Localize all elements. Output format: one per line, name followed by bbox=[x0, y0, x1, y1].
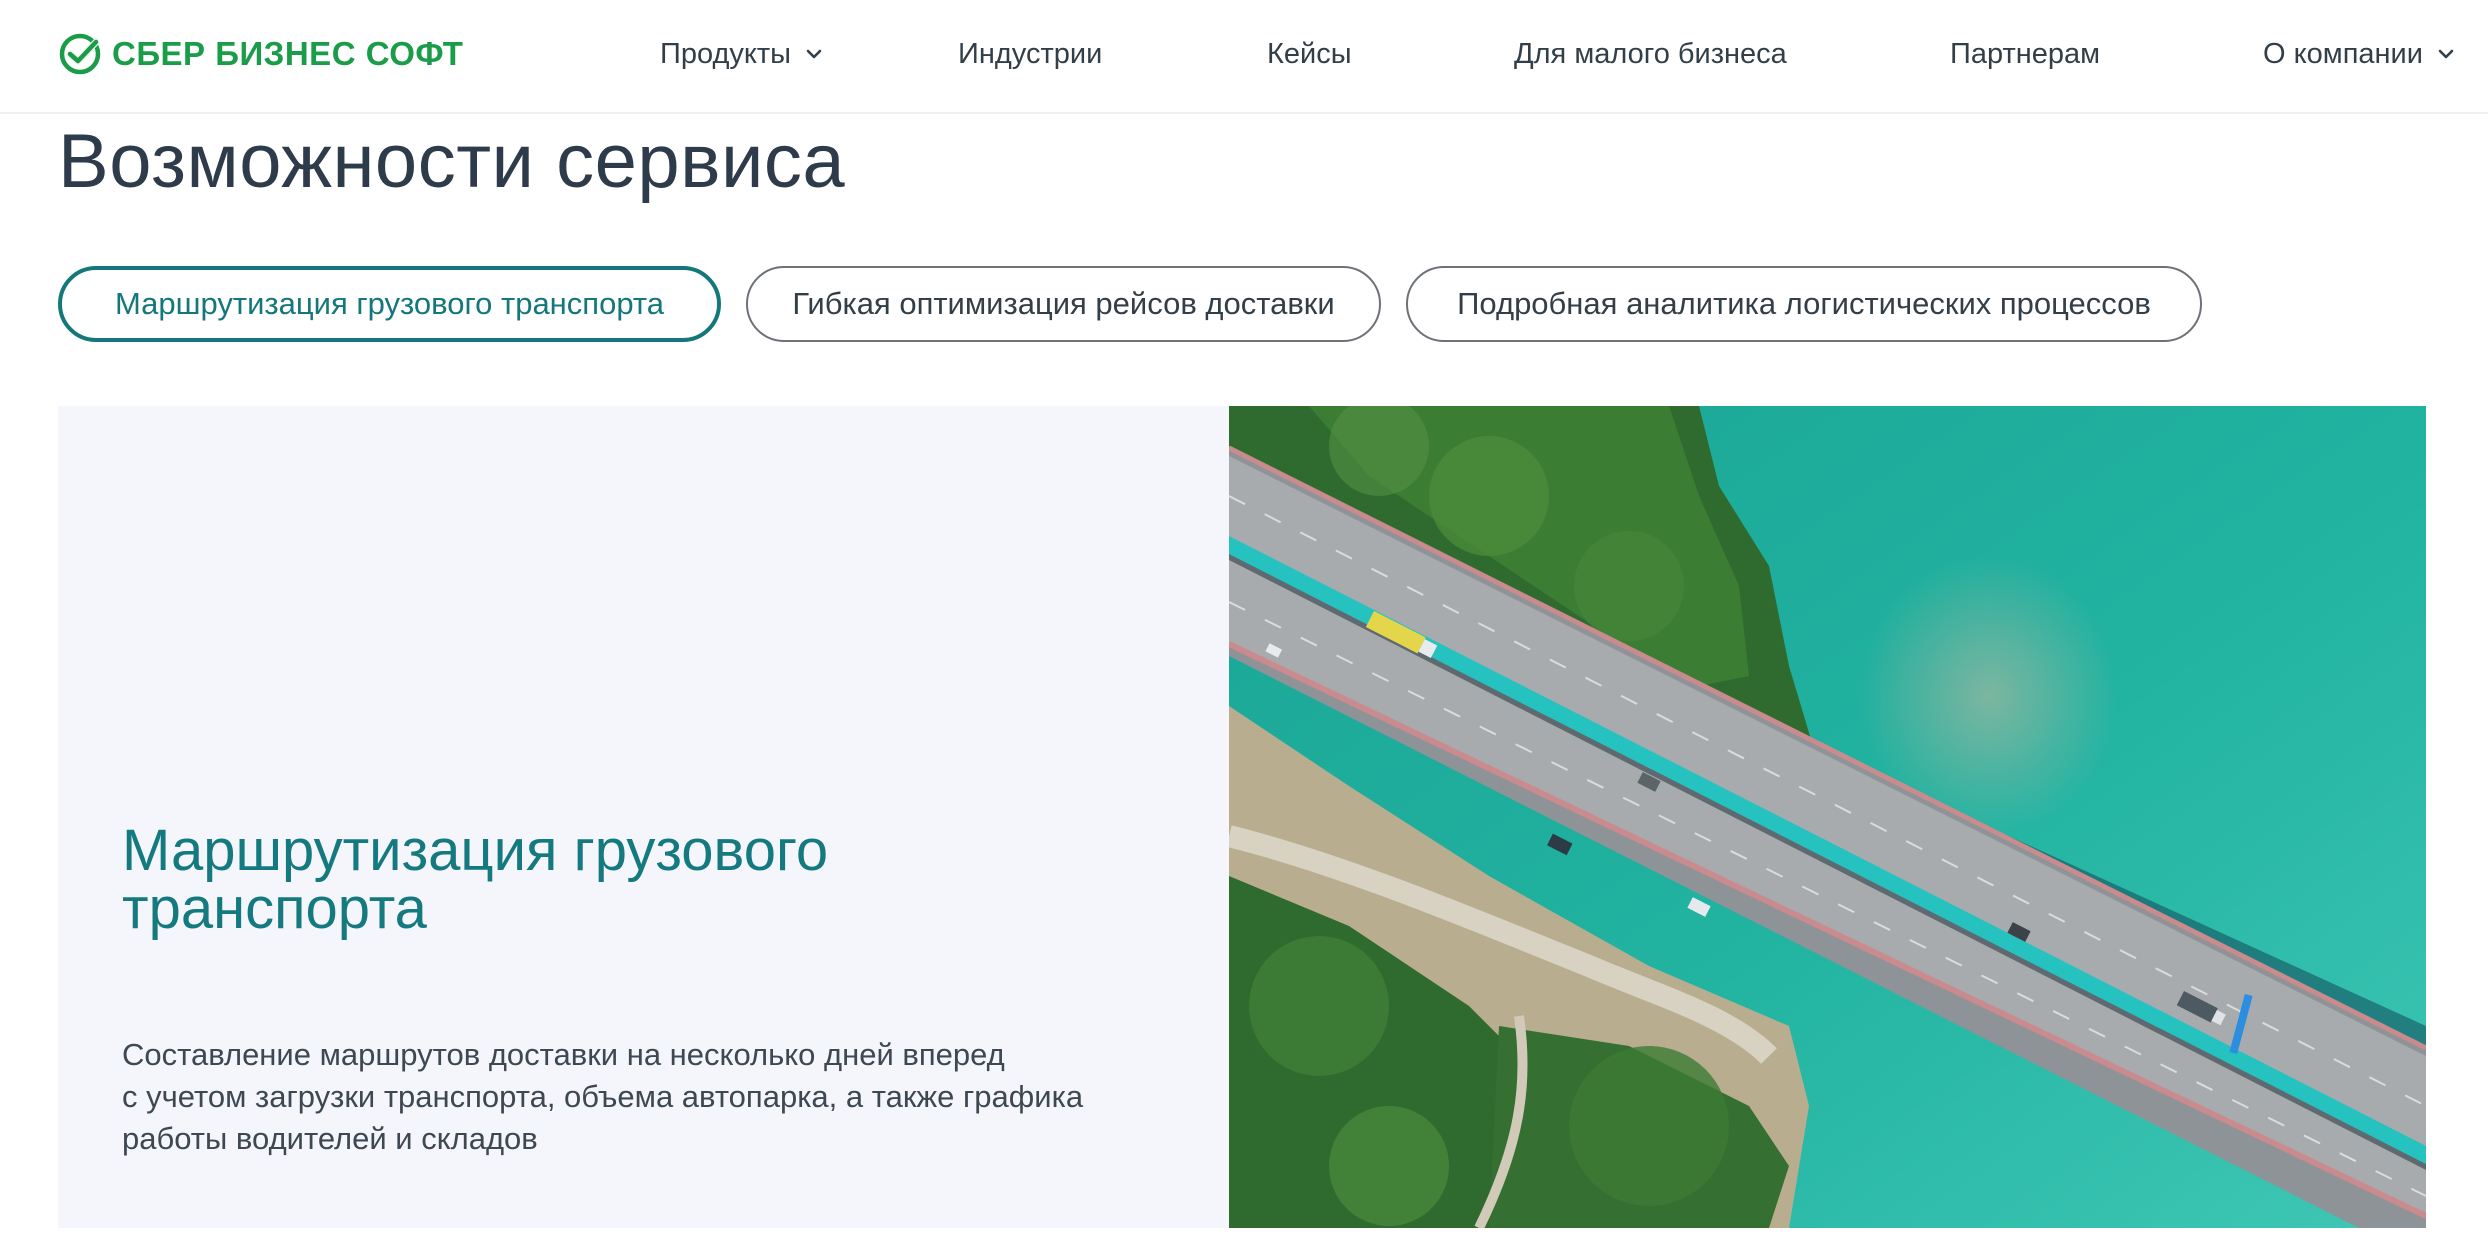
feature-description: Составление маршрутов доставки на нескол… bbox=[122, 1034, 1222, 1160]
sber-logo-icon bbox=[59, 33, 101, 75]
feature-description-line: Составление маршрутов доставки на нескол… bbox=[122, 1037, 1005, 1072]
nav-item-label: Индустрии bbox=[958, 37, 1103, 70]
tab-label: Маршрутизация грузового транспорта bbox=[115, 286, 664, 321]
aerial-bridge-photo bbox=[1229, 406, 2426, 1228]
feature-heading-line: Маршрутизация грузового bbox=[122, 818, 829, 883]
logo-text: СБЕР БИЗНЕС СОФТ bbox=[112, 35, 464, 72]
feature-heading-line: транспорта bbox=[122, 876, 427, 941]
nav-item-cases[interactable]: Кейсы bbox=[1267, 30, 1352, 78]
feature-image bbox=[1229, 406, 2426, 1228]
tab-flexible-optimization[interactable]: Гибкая оптимизация рейсов доставки bbox=[746, 266, 1381, 342]
nav-item-label: О компании bbox=[2263, 37, 2423, 70]
site-header: СБЕР БИЗНЕС СОФТ Продукты Индустрии Кейс… bbox=[0, 0, 2488, 114]
nav-item-label: Партнерам bbox=[1950, 37, 2101, 70]
tab-logistics-analytics[interactable]: Подробная аналитика логистических процес… bbox=[1406, 266, 2202, 342]
tab-freight-routing[interactable]: Маршрутизация грузового транспорта bbox=[58, 266, 721, 342]
nav-item-industries[interactable]: Индустрии bbox=[958, 30, 1102, 78]
nav-item-small-business[interactable]: Для малого бизнеса bbox=[1514, 30, 1787, 78]
chevron-down-icon bbox=[806, 49, 822, 59]
tab-label: Гибкая оптимизация рейсов доставки bbox=[792, 286, 1335, 321]
nav-item-label: Продукты bbox=[660, 37, 792, 70]
feature-description-line: работы водителей и складов bbox=[122, 1121, 538, 1156]
tab-label: Подробная аналитика логистических процес… bbox=[1457, 286, 2151, 321]
nav-item-partners[interactable]: Партнерам bbox=[1950, 30, 2100, 78]
feature-heading: Маршрутизация грузового транспорта bbox=[122, 822, 1172, 938]
page-title: Возможности сервиса bbox=[58, 119, 846, 204]
chevron-down-icon bbox=[2438, 49, 2454, 59]
nav-item-label: Для малого бизнеса bbox=[1514, 37, 1787, 70]
nav-item-label: Кейсы bbox=[1267, 37, 1352, 70]
logo[interactable]: СБЕР БИЗНЕС СОФТ bbox=[58, 28, 463, 80]
feature-description-line: с учетом загрузки транспорта, объема авт… bbox=[122, 1079, 1084, 1114]
nav-item-about[interactable]: О компании bbox=[2263, 30, 2455, 78]
nav-item-products[interactable]: Продукты bbox=[660, 30, 823, 78]
